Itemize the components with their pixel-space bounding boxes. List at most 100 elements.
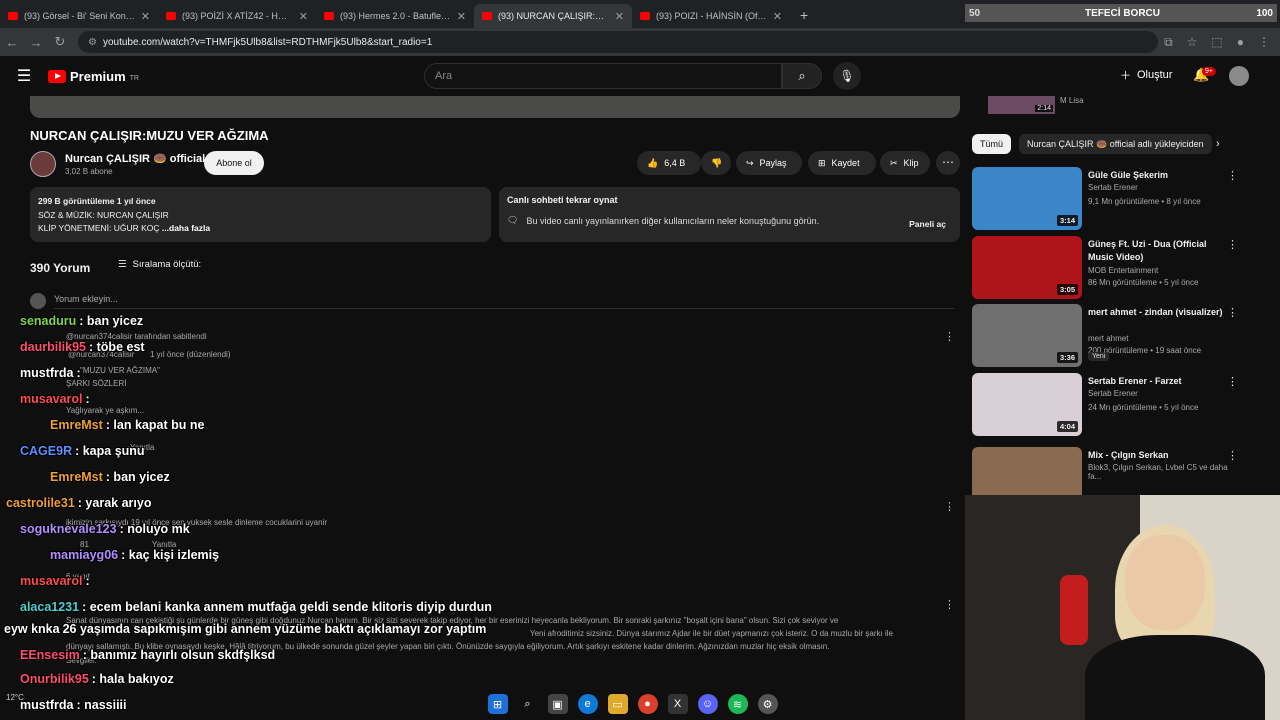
recommended-channel[interactable]: MOB Entertainment bbox=[1088, 266, 1158, 275]
close-icon[interactable]: ✕ bbox=[457, 10, 466, 23]
close-icon[interactable]: ✕ bbox=[141, 10, 150, 23]
dislike-button[interactable]: 👎 bbox=[701, 151, 731, 175]
close-icon[interactable]: ✕ bbox=[773, 10, 782, 23]
discord-icon[interactable]: ☺ bbox=[697, 694, 718, 714]
chat-username: musavarol bbox=[20, 392, 83, 406]
duration-badge: 3:14 bbox=[1056, 215, 1078, 226]
recommended-channel[interactable]: mert ahmet bbox=[1088, 334, 1128, 343]
extensions-icon[interactable]: ⬚ bbox=[1211, 35, 1222, 50]
chat-username: senaduru bbox=[20, 314, 77, 328]
recommended-title[interactable]: mert ahmet - zindan (visualizer) bbox=[1088, 306, 1228, 319]
recommended-title[interactable]: Güle Güle Şekerim bbox=[1088, 169, 1228, 182]
close-icon[interactable]: ✕ bbox=[299, 10, 308, 23]
recommended-title[interactable]: Mix - Çılgın Serkan bbox=[1088, 449, 1228, 462]
file-explorer-icon[interactable]: ▭ bbox=[607, 694, 628, 714]
forward-icon[interactable]: → bbox=[24, 35, 48, 50]
browser-tab[interactable]: (93) Hermes 2.0 - Batuflex(TikTo✕ bbox=[316, 4, 474, 28]
chat-text: 26 yaşımda sapıkmışım gibi annem yüzüme … bbox=[62, 622, 487, 636]
create-button[interactable]: ＋ Oluştur bbox=[1120, 67, 1172, 83]
save-button[interactable]: ⊞ Kaydet bbox=[808, 151, 876, 175]
bookmark-star-icon[interactable]: ☆ bbox=[1187, 35, 1198, 50]
show-more-link[interactable]: ...daha fazla bbox=[162, 223, 210, 233]
search-icon[interactable]: ⌕ bbox=[782, 63, 822, 89]
comment-menu-icon[interactable]: ⋮ bbox=[944, 598, 955, 611]
recommended-title[interactable]: Sertab Erener - Farzet bbox=[1088, 375, 1228, 388]
url-field[interactable]: ⚙ youtube.com/watch?v=THMFjk5Ulb8&list=RD… bbox=[78, 31, 1158, 53]
new-tab-icon[interactable]: + bbox=[790, 7, 818, 23]
recommended-video[interactable]: 3:36 mert ahmet - zindan (visualizer) mert… bbox=[972, 304, 1240, 367]
video-thumbnail[interactable]: 3:14 bbox=[972, 167, 1082, 230]
description-box[interactable]: 299 B görüntüleme 1 yıl önce SÖZ & MÜZİK… bbox=[30, 187, 491, 242]
video-thumbnail[interactable]: 2:14 bbox=[988, 96, 1055, 114]
edge-icon[interactable]: e bbox=[577, 694, 598, 714]
share-label: Paylaş bbox=[759, 158, 787, 168]
like-button[interactable]: 👍 6,4 B bbox=[637, 151, 701, 175]
more-options-icon[interactable]: ⋮ bbox=[1227, 238, 1238, 251]
chat-username: mustfrda bbox=[20, 366, 74, 380]
microphone-icon bbox=[1060, 575, 1088, 645]
video-thumbnail[interactable]: 3:05 bbox=[972, 236, 1082, 299]
search-icon[interactable]: ⌕ bbox=[518, 694, 538, 714]
comment-menu-icon[interactable]: ⋮ bbox=[944, 330, 955, 343]
plus-icon: ＋ bbox=[1120, 70, 1131, 82]
more-options-icon[interactable]: ⋮ bbox=[1227, 375, 1238, 388]
recommended-video[interactable]: 3:14 Güle Güle Şekerim Sertab Erener 9,1 Mn… bbox=[972, 167, 1240, 230]
chip-from-uploader[interactable]: Nurcan ÇALIŞIR 🍩 official adlı yükleyici… bbox=[1019, 134, 1212, 154]
close-icon[interactable]: ✕ bbox=[615, 10, 624, 23]
duration-badge: 2:14 bbox=[1035, 105, 1053, 112]
channel-name[interactable]: M Lisa bbox=[1060, 96, 1084, 105]
recommended-channel[interactable]: Sertab Erener bbox=[1088, 183, 1138, 192]
goal-label: TEFECİ BORCU bbox=[1085, 7, 1160, 19]
menu-dots-icon[interactable]: ⋮ bbox=[1258, 35, 1270, 50]
clip-button[interactable]: ✂ Klip bbox=[880, 151, 930, 175]
install-icon[interactable]: ⧉ bbox=[1164, 35, 1173, 50]
recommended-video[interactable]: 4:04 Sertab Erener - Farzet Sertab Erener 2… bbox=[972, 373, 1240, 436]
channel-avatar[interactable] bbox=[30, 151, 56, 177]
more-options-icon[interactable]: ⋮ bbox=[1227, 449, 1238, 462]
open-panel-button[interactable]: Paneli aç bbox=[909, 219, 946, 229]
site-info-icon[interactable]: ⚙ bbox=[88, 37, 97, 48]
browser-tab[interactable]: (93) POIZI - HAİNSİN (Offical M✕ bbox=[632, 4, 790, 28]
chat-message: eyw knka 26 yaşımda sapıkmışım gibi anne… bbox=[4, 622, 486, 636]
reload-icon[interactable]: ↻ bbox=[48, 34, 72, 50]
comment-menu-icon[interactable]: ⋮ bbox=[944, 500, 955, 513]
browser-tab[interactable]: (93) POİZİ X ATİZ42 - HER NERI✕ bbox=[158, 4, 316, 28]
video-thumbnail[interactable]: 3:36 bbox=[972, 304, 1082, 367]
video-player[interactable] bbox=[30, 96, 960, 118]
x-app-icon[interactable]: X bbox=[667, 694, 688, 714]
search-input[interactable]: Ara bbox=[424, 63, 782, 89]
chevron-right-icon[interactable]: › bbox=[1216, 138, 1220, 150]
chat-text: : noluyo mk bbox=[119, 522, 190, 536]
recommended-channel[interactable]: Blok3, Çılgın Serkan, Lvbel C5 ve daha f… bbox=[1088, 463, 1240, 481]
recommended-channel[interactable]: Sertab Erener bbox=[1088, 389, 1138, 398]
share-button[interactable]: ↪ Paylaş bbox=[736, 151, 802, 175]
profile-icon[interactable]: ● bbox=[1237, 35, 1244, 50]
windows-start-icon[interactable]: ⊞ bbox=[487, 694, 508, 714]
spotify-icon[interactable]: ≋ bbox=[727, 694, 748, 714]
video-thumbnail[interactable]: 4:04 bbox=[972, 373, 1082, 436]
new-badge: Yeni bbox=[1088, 352, 1110, 361]
menu-hamburger-icon[interactable]: ☰ bbox=[0, 66, 48, 86]
recommended-video[interactable]: 3:05 Güneş Ft. Uzi - Dua (Official Music … bbox=[972, 236, 1240, 299]
more-actions-icon[interactable]: ⋯ bbox=[936, 151, 960, 175]
browser-tab[interactable]: (93) Görsel - Bi' Seni Konusuru✕ bbox=[0, 4, 158, 28]
microphone-icon[interactable]: 🎙 bbox=[833, 62, 861, 90]
task-view-icon[interactable]: ▣ bbox=[547, 694, 568, 714]
account-avatar[interactable] bbox=[1229, 66, 1249, 86]
clip-label: Klip bbox=[903, 158, 919, 168]
back-icon[interactable]: ← bbox=[0, 35, 24, 50]
add-comment-input[interactable]: Yorum ekleyin... bbox=[54, 294, 954, 309]
chrome-icon[interactable]: ● bbox=[637, 694, 658, 714]
browser-tab-active[interactable]: (93) NURCAN ÇALIŞIR:MUZU VE✕ bbox=[474, 4, 632, 28]
youtube-logo[interactable]: Premium TR bbox=[48, 69, 139, 84]
recommended-title[interactable]: Güneş Ft. Uzi - Dua (Official Music Vide… bbox=[1088, 238, 1228, 264]
brand-label: Premium bbox=[70, 68, 126, 84]
more-options-icon[interactable]: ⋮ bbox=[1227, 306, 1238, 319]
sort-button[interactable]: ☰ Sıralama ölçütü: bbox=[118, 259, 201, 270]
more-options-icon[interactable]: ⋮ bbox=[1227, 169, 1238, 182]
chip-all[interactable]: Tümü bbox=[972, 134, 1012, 154]
duration-badge: 4:04 bbox=[1056, 421, 1078, 432]
subscribe-button[interactable]: Abone ol bbox=[204, 151, 264, 175]
settings-gear-icon[interactable]: ⚙ bbox=[757, 694, 778, 714]
channel-name[interactable]: Nurcan ÇALIŞIR 🍩 official bbox=[65, 152, 205, 165]
